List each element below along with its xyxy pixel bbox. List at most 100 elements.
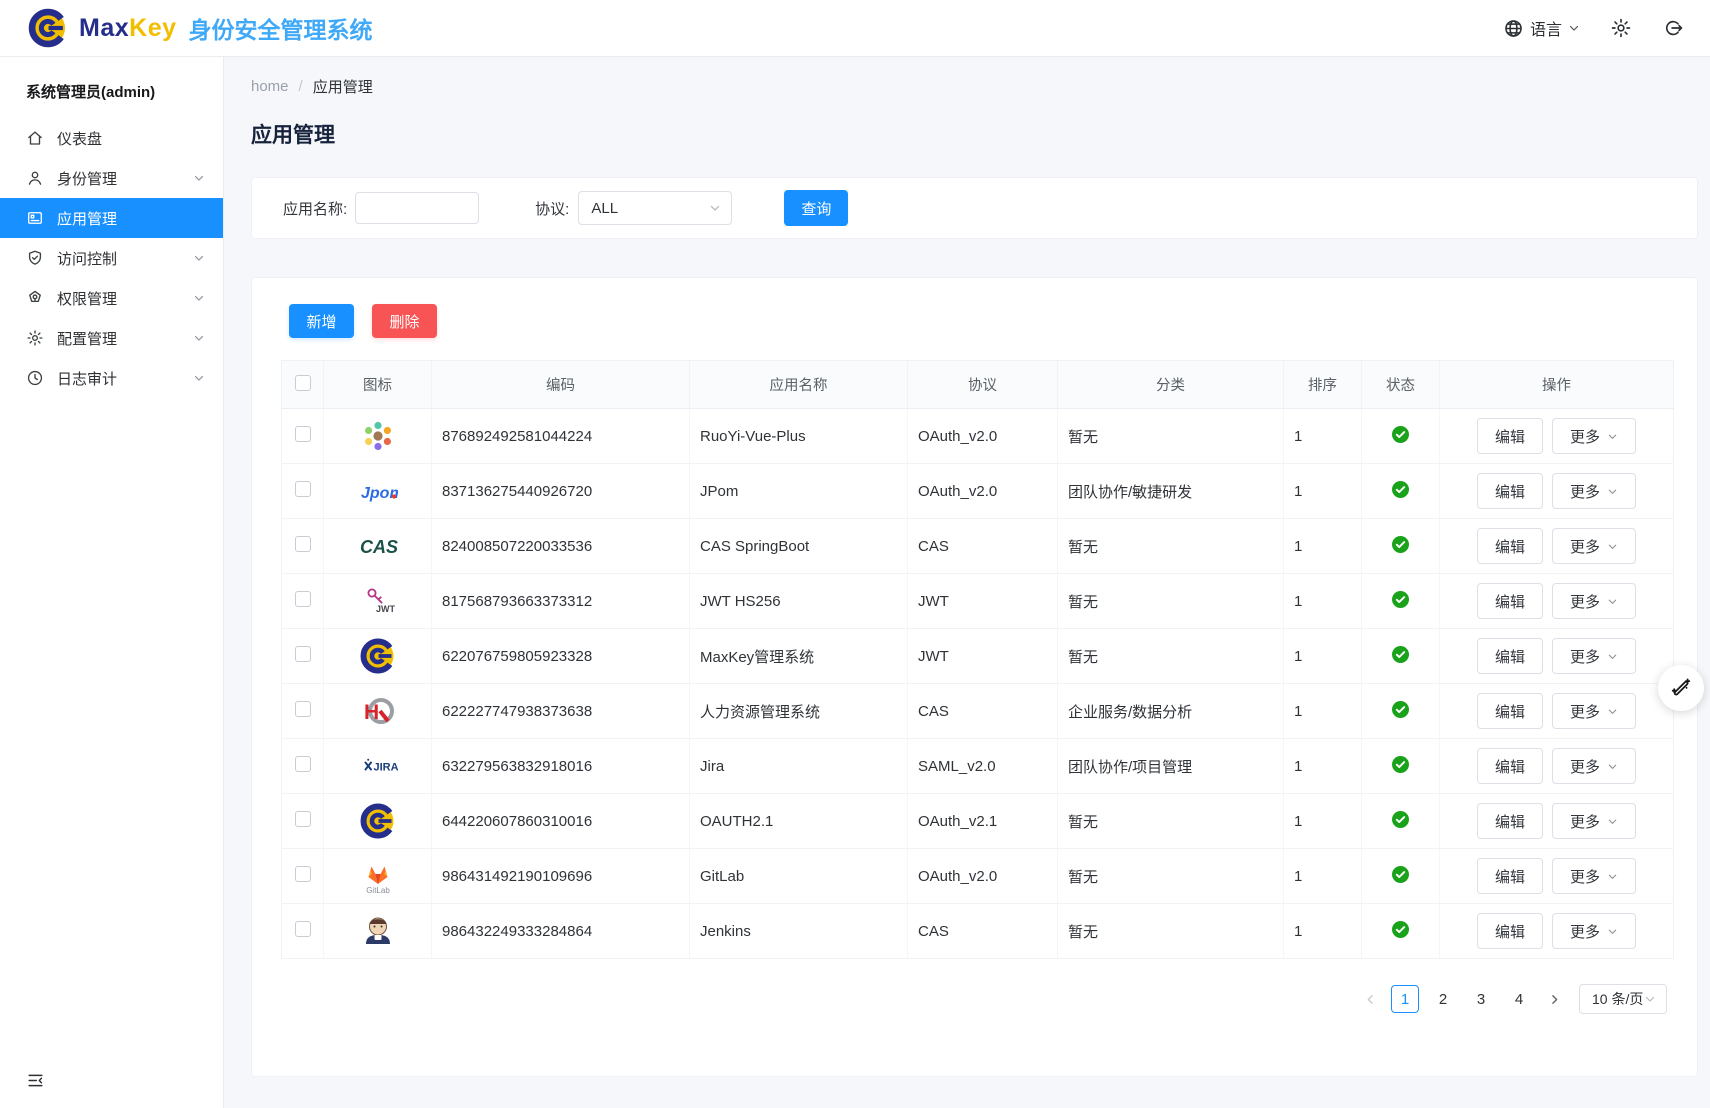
status-enabled-icon: [1392, 866, 1409, 883]
breadcrumb-current: 应用管理: [313, 76, 373, 97]
app-sort: 1: [1284, 519, 1362, 574]
edit-button[interactable]: 编辑: [1477, 858, 1543, 894]
breadcrumb-separator: /: [299, 78, 303, 95]
row-checkbox[interactable]: [295, 646, 311, 662]
more-button[interactable]: 更多: [1552, 638, 1636, 674]
table-row: 876892492581044224RuoYi-Vue-PlusOAuth_v2…: [282, 409, 1674, 464]
edit-button[interactable]: 编辑: [1477, 583, 1543, 619]
edit-button[interactable]: 编辑: [1477, 913, 1543, 949]
status-enabled-icon: [1392, 536, 1409, 553]
more-button[interactable]: 更多: [1552, 858, 1636, 894]
row-checkbox[interactable]: [295, 756, 311, 772]
row-checkbox[interactable]: [295, 426, 311, 442]
more-button[interactable]: 更多: [1552, 803, 1636, 839]
table-row: 644220607860310016OAUTH2.1OAuth_v2.1暂无1编…: [282, 794, 1674, 849]
column-header: 排序: [1284, 361, 1362, 409]
svg-text:JIRA: JIRA: [373, 762, 398, 774]
language-label: 语言: [1530, 16, 1562, 40]
chevron-down-icon: [1644, 993, 1656, 1005]
magic-wand-fab[interactable]: [1658, 665, 1704, 711]
more-button[interactable]: 更多: [1552, 913, 1636, 949]
breadcrumb-home[interactable]: home: [251, 78, 289, 95]
chevron-down-icon: [1607, 761, 1618, 772]
status-enabled-icon: [1392, 921, 1409, 938]
row-checkbox[interactable]: [295, 701, 311, 717]
sidebar-item-2[interactable]: 应用管理: [0, 198, 223, 238]
row-checkbox[interactable]: [295, 481, 311, 497]
edit-button[interactable]: 编辑: [1477, 803, 1543, 839]
more-button[interactable]: 更多: [1552, 583, 1636, 619]
sidebar-item-label: 配置管理: [57, 328, 117, 349]
table-row: JIRA632279563832918016JiraSAML_v2.0团队协作/…: [282, 739, 1674, 794]
app-category: 暂无: [1058, 574, 1284, 629]
chevron-down-icon: [193, 252, 205, 264]
app-name: CAS SpringBoot: [690, 519, 908, 574]
page-number-1[interactable]: 1: [1391, 985, 1419, 1013]
more-button[interactable]: 更多: [1552, 418, 1636, 454]
app-sort: 1: [1284, 739, 1362, 794]
gear-icon: [26, 329, 44, 347]
edit-button[interactable]: 编辑: [1477, 473, 1543, 509]
row-checkbox[interactable]: [295, 811, 311, 827]
status-enabled-icon: [1392, 481, 1409, 498]
row-checkbox[interactable]: [295, 921, 311, 937]
app-category: 暂无: [1058, 904, 1284, 959]
protocol-select[interactable]: ALL: [578, 191, 732, 225]
more-button[interactable]: 更多: [1552, 528, 1636, 564]
column-header: 编码: [432, 361, 690, 409]
delete-button[interactable]: 删除: [372, 304, 437, 338]
app-name: RuoYi-Vue-Plus: [690, 409, 908, 464]
edit-button[interactable]: 编辑: [1477, 638, 1543, 674]
sidebar-item-4[interactable]: 权限管理: [0, 278, 223, 318]
app-category: 企业服务/数据分析: [1058, 684, 1284, 739]
logout-icon[interactable]: [1662, 17, 1684, 39]
jwt-logo: JWT: [358, 581, 398, 621]
row-checkbox[interactable]: [295, 591, 311, 607]
more-button[interactable]: 更多: [1552, 473, 1636, 509]
sidebar-item-1[interactable]: 身份管理: [0, 158, 223, 198]
page-number-3[interactable]: 3: [1467, 985, 1495, 1013]
page-number-4[interactable]: 4: [1505, 985, 1533, 1013]
settings-gear-icon[interactable]: [1610, 17, 1632, 39]
page-number-2[interactable]: 2: [1429, 985, 1457, 1013]
app-sort: 1: [1284, 574, 1362, 629]
sidebar-item-label: 访问控制: [57, 248, 117, 269]
app-name-input[interactable]: [355, 192, 479, 224]
sidebar-item-6[interactable]: 日志审计: [0, 358, 223, 398]
app-header: MaxKey 身份安全管理系统 语言: [0, 0, 1710, 57]
search-button[interactable]: 查询: [784, 190, 848, 226]
app-name: GitLab: [690, 849, 908, 904]
edit-button[interactable]: 编辑: [1477, 748, 1543, 784]
next-page-button[interactable]: [1543, 988, 1565, 1010]
edit-button[interactable]: 编辑: [1477, 693, 1543, 729]
status-enabled-icon: [1392, 591, 1409, 608]
page-size-select[interactable]: 10 条/页: [1579, 984, 1667, 1014]
chevron-down-icon: [1607, 596, 1618, 607]
table-card: 新增 删除 图标编码应用名称协议分类排序状态操作8768924925810442…: [251, 277, 1698, 1077]
more-button[interactable]: 更多: [1552, 693, 1636, 729]
app-protocol: OAuth_v2.0: [908, 849, 1058, 904]
prev-page-button[interactable]: [1359, 988, 1381, 1010]
table-row: GitLab986431492190109696GitLabOAuth_v2.0…: [282, 849, 1674, 904]
sidebar-item-3[interactable]: 访问控制: [0, 238, 223, 278]
chevron-down-icon: [193, 332, 205, 344]
app-name: OAUTH2.1: [690, 794, 908, 849]
sidebar-collapse-icon[interactable]: [26, 1071, 45, 1090]
more-button[interactable]: 更多: [1552, 748, 1636, 784]
select-all-header: [282, 361, 324, 409]
edit-button[interactable]: 编辑: [1477, 528, 1543, 564]
column-header: 应用名称: [690, 361, 908, 409]
status-enabled-icon: [1392, 646, 1409, 663]
add-button[interactable]: 新增: [289, 304, 354, 338]
globe-icon: [1503, 18, 1524, 39]
select-all-checkbox[interactable]: [295, 375, 311, 391]
applications-table: 图标编码应用名称协议分类排序状态操作876892492581044224RuoY…: [281, 360, 1674, 959]
edit-button[interactable]: 编辑: [1477, 418, 1543, 454]
sidebar-item-0[interactable]: 仪表盘: [0, 118, 223, 158]
sidebar-item-5[interactable]: 配置管理: [0, 318, 223, 358]
row-checkbox[interactable]: [295, 536, 311, 552]
app-protocol: CAS: [908, 519, 1058, 574]
column-header: 分类: [1058, 361, 1284, 409]
row-checkbox[interactable]: [295, 866, 311, 882]
language-menu[interactable]: 语言: [1503, 16, 1580, 40]
